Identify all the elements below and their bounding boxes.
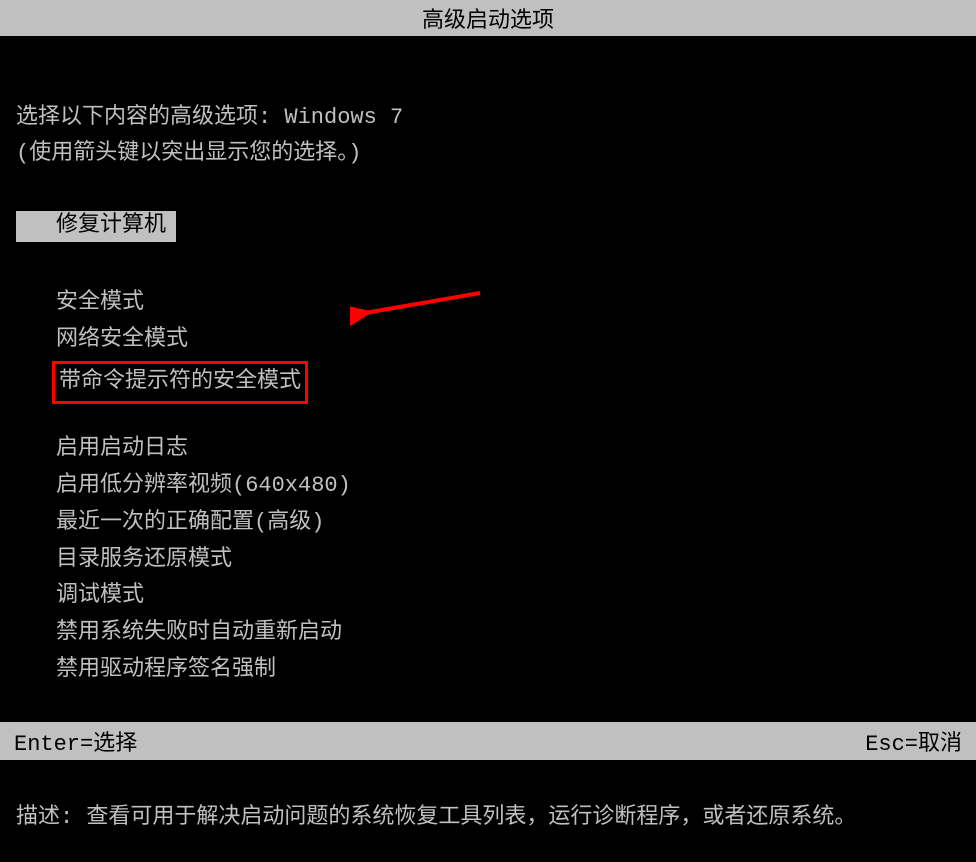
annotation-red-box: 带命令提示符的安全模式 [52,361,308,404]
footer-esc: Esc=取消 [865,725,962,757]
footer-bar: Enter=选择 Esc=取消 [0,722,976,760]
menu-disable-auto-restart[interactable]: 禁用系统失败时自动重新启动 [16,618,960,649]
menu-disable-driver-signature[interactable]: 禁用驱动程序签名强制 [16,655,960,686]
intro-line2: (使用箭头键以突出显示您的选择。) [16,134,960,166]
annotation-arrow [350,288,490,328]
header-bar: 高级启动选项 [0,0,976,36]
menu-last-known-good[interactable]: 最近一次的正确配置(高级) [16,508,960,539]
menu-debugging-mode[interactable]: 调试模式 [16,581,960,612]
menu-safe-mode-networking[interactable]: 网络安全模式 [16,325,960,356]
selected-item-wrapper: 修复计算机 [16,211,960,248]
description-label: 描述: [16,805,73,830]
footer-enter: Enter=选择 [14,725,137,757]
description-text: 查看可用于解决启动问题的系统恢复工具列表，运行诊断程序，或者还原系统。 [86,805,856,830]
menu-safe-mode-command-prompt[interactable]: 带命令提示符的安全模式 [55,367,301,398]
page-title: 高级启动选项 [422,9,554,34]
menu-boot-logging[interactable]: 启用启动日志 [16,434,960,465]
menu-repair-computer[interactable]: 修复计算机 [16,211,176,242]
menu-low-res-video[interactable]: 启用低分辨率视频(640x480) [16,471,960,502]
description-area: 描述: 查看可用于解决启动问题的系统恢复工具列表，运行诊断程序，或者还原系统。 [16,798,960,830]
intro-line1: 选择以下内容的高级选项: Windows 7 [16,98,960,130]
menu-directory-restore[interactable]: 目录服务还原模式 [16,545,960,576]
